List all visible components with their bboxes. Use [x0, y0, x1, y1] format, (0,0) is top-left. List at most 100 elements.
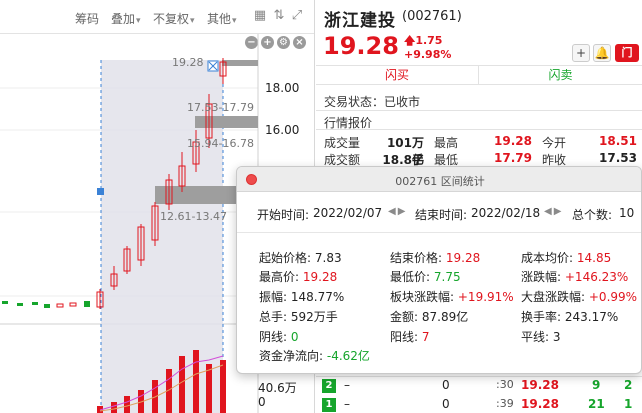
stat-label: 振幅:: [259, 290, 288, 304]
tick-badge: 2: [322, 379, 336, 393]
stat-start-price: 起始价格: 7.83: [259, 249, 342, 266]
stat-net-flow: 资金净流向: -4.62亿: [259, 347, 370, 364]
quote-section-header: 行情报价: [316, 110, 642, 130]
trade-button[interactable]: 门: [615, 44, 639, 62]
alert-bell-icon[interactable]: 🔔: [593, 44, 611, 62]
chip-button[interactable]: 筹码: [75, 10, 99, 27]
tick-badge: 1: [322, 398, 336, 412]
stock-name: 浙江建投: [324, 11, 396, 31]
end-time-stepper[interactable]: ◀▶: [544, 206, 563, 217]
stat-label: 阳线:: [390, 330, 419, 344]
trade-status: 交易状态：已收市: [324, 95, 421, 109]
stat-label: 板块涨跌幅:: [390, 290, 455, 304]
stat-up-count: 阳线: 7: [390, 328, 430, 345]
quote-row: 成交额 18.8亿 最低 17.79 昨收 17.53: [316, 151, 642, 167]
stat-label: 最低价:: [390, 270, 431, 284]
historical-candles: [2, 301, 90, 308]
stat-label: 成本均价:: [521, 251, 574, 265]
tick-row: 1 – 0 :39 19.28 21 1: [316, 396, 642, 413]
end-time-value: 2022/02/18: [471, 206, 541, 220]
tick-extra: 2: [624, 378, 633, 392]
tick-sep: –: [344, 378, 350, 392]
stat-flat-count: 平线: 3: [521, 328, 561, 345]
stat-high: 最高价: 19.28: [259, 268, 337, 285]
overlay-dropdown[interactable]: 叠加▾: [111, 10, 141, 27]
arrow-right-icon[interactable]: ▶: [554, 206, 564, 217]
tick-price: 19.28: [521, 378, 559, 392]
overlay-label: 叠加: [111, 12, 136, 26]
caret-down-icon: ▾: [232, 16, 237, 26]
popup-range-bar: 开始时间: 2022/02/07 ◀▶ 结束时间: 2022/02/18 ◀▶ …: [237, 193, 641, 233]
popup-title-bar[interactable]: 002761 区间统计: [237, 167, 641, 192]
tick-price: 19.28: [521, 397, 559, 411]
stat-label: 起始价格:: [259, 251, 312, 265]
max-marker-icon: [207, 60, 219, 72]
stat-label: 平线:: [521, 330, 550, 344]
caret-down-icon: ▾: [190, 16, 195, 26]
stat-label: 涨跌幅:: [521, 270, 562, 284]
total-count-label: 总个数:: [572, 208, 613, 222]
arrow-left-icon[interactable]: ◀: [388, 206, 398, 217]
stat-value: 7.75: [433, 270, 461, 284]
popup-title: 002761 区间统计: [395, 175, 485, 188]
expand-icon[interactable]: ⤢: [290, 9, 304, 23]
stat-amplitude: 振幅: 148.77%: [259, 288, 344, 305]
quote-label: 最高: [434, 136, 459, 150]
tick-vol: 21: [588, 397, 605, 411]
up-arrow-icon: 🡅: [404, 34, 416, 47]
quote-value: 17.53: [599, 151, 637, 165]
tick-time: :30: [496, 378, 514, 391]
stat-value: +19.91%: [457, 290, 514, 304]
stat-turnover: 换手率: 243.17%: [521, 308, 618, 325]
chip-range-label-3: 12.61-13.47: [160, 210, 227, 223]
range-high-label: 19.28: [172, 56, 204, 69]
other-dropdown[interactable]: 其他▾: [207, 10, 237, 27]
stat-value: 3: [552, 330, 561, 344]
arrow-left-icon[interactable]: ◀: [544, 206, 554, 217]
stat-volume: 总手: 592万手: [259, 308, 338, 325]
quote-label: 成交量: [324, 136, 361, 150]
tick-qty: 0: [442, 397, 450, 411]
stat-value: 19.28: [445, 251, 481, 265]
start-time-label: 开始时间:: [257, 208, 310, 222]
stock-code: (002761): [402, 9, 462, 24]
tick-vol: 9: [592, 378, 601, 392]
stat-value: 7: [421, 330, 430, 344]
stat-value: +0.99%: [588, 290, 638, 304]
end-time-label: 结束时间:: [415, 208, 468, 222]
stat-avg-cost: 成本均价: 14.85: [521, 249, 611, 266]
grid-icon[interactable]: ▦: [253, 9, 267, 23]
stat-value: 0: [290, 330, 299, 344]
stat-market-change: 大盘涨跌幅: +0.99%: [521, 288, 637, 305]
stat-value: 592万手: [290, 310, 338, 324]
flash-sell-button[interactable]: 闪卖: [479, 66, 642, 84]
flash-trade-row: 闪买 闪卖: [316, 65, 642, 85]
adjust-dropdown[interactable]: 不复权▾: [153, 10, 195, 27]
quote-value: 19.28: [494, 134, 532, 148]
range-stats-popup[interactable]: 002761 区间统计 开始时间: 2022/02/07 ◀▶ 结束时间: 20…: [236, 166, 642, 374]
tick-time: :39: [496, 397, 514, 410]
swap-icon[interactable]: ⇅: [272, 9, 286, 23]
caret-down-icon: ▾: [136, 16, 141, 26]
start-time-stepper[interactable]: ◀▶: [388, 206, 407, 217]
other-label: 其他: [207, 12, 232, 26]
start-time-value: 2022/02/07: [313, 206, 383, 220]
stat-label: 金额:: [390, 310, 419, 324]
flash-buy-button[interactable]: 闪买: [316, 66, 479, 84]
add-watchlist-button[interactable]: +: [572, 44, 590, 62]
arrow-right-icon[interactable]: ▶: [398, 206, 408, 217]
range-start-handle[interactable]: [97, 188, 104, 195]
stat-value: +146.23%: [564, 270, 629, 284]
stat-down-count: 阴线: 0: [259, 328, 299, 345]
stat-low: 最低价: 7.75: [390, 268, 461, 285]
stat-label: 资金净流向:: [259, 349, 324, 363]
price-tick-label: 16.00: [265, 123, 299, 137]
tick-qty: 0: [442, 378, 450, 392]
volume-axis-label: 0: [258, 395, 266, 409]
chip-range-label-2: 15.94-16.78: [187, 137, 254, 150]
stat-sector-change: 板块涨跌幅: +19.91%: [390, 288, 514, 305]
adjust-label: 不复权: [153, 12, 190, 26]
change-abs-value: 1.75: [415, 34, 443, 47]
stat-value: 148.77%: [290, 290, 345, 304]
price-tick-label: 18.00: [265, 81, 299, 95]
